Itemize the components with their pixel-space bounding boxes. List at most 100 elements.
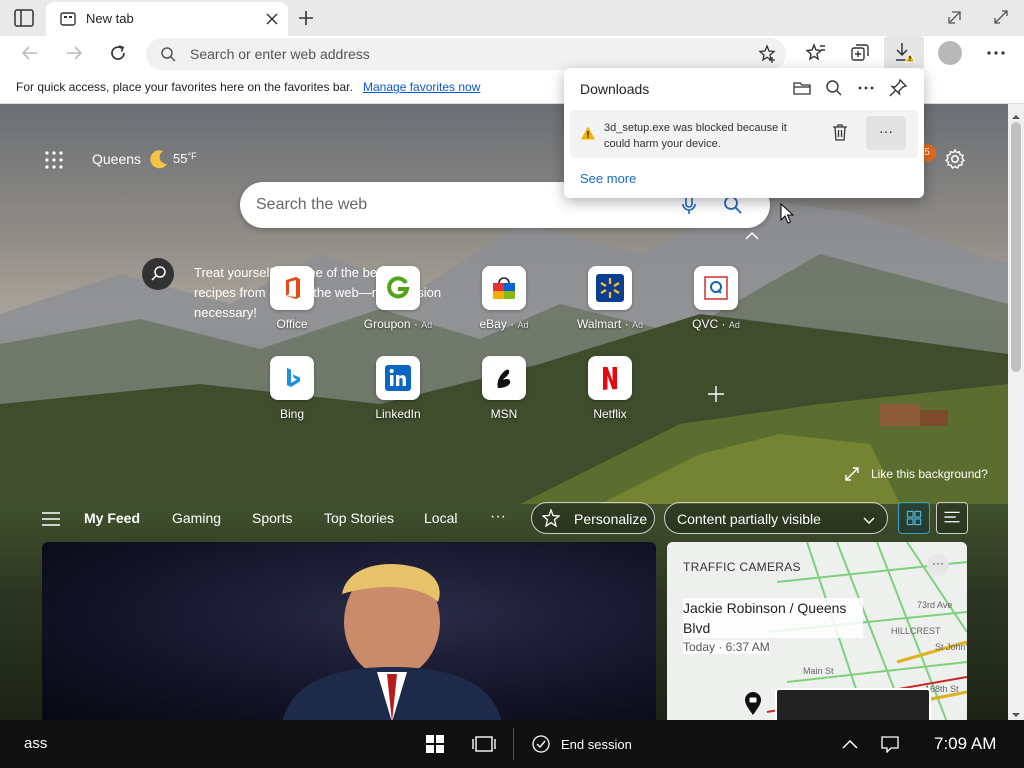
downloads-button[interactable]: [884, 36, 924, 70]
add-favorite-star-icon[interactable]: [758, 44, 778, 64]
bing-logo-icon: [270, 356, 314, 400]
walmart-logo-icon: [588, 266, 632, 310]
quick-link-office[interactable]: Office: [252, 266, 332, 340]
address-input[interactable]: Search or enter web address: [190, 46, 370, 62]
expand-arrows-icon[interactable]: [844, 466, 860, 482]
grid-layout-icon: [906, 510, 922, 526]
check-circle-icon[interactable]: [532, 735, 550, 753]
taskbar-label: ass: [24, 735, 48, 752]
content-visibility-dropdown[interactable]: Content partially visible: [664, 502, 888, 534]
tab-new-tab[interactable]: New tab: [46, 2, 288, 36]
manage-favorites-link[interactable]: Manage favorites now: [363, 80, 480, 94]
chevron-up-icon[interactable]: [842, 737, 858, 749]
download-arrow-icon: [896, 43, 916, 63]
ebay-bag-icon: [482, 266, 526, 310]
gear-icon[interactable]: [944, 148, 966, 170]
search-icon[interactable]: [824, 78, 844, 98]
refresh-icon[interactable]: [106, 41, 130, 65]
pin-icon[interactable]: [888, 78, 908, 98]
windows-start-icon[interactable]: [426, 735, 444, 753]
quick-link-groupon[interactable]: Groupon · Ad: [358, 266, 438, 340]
sparkle-star-icon: [541, 508, 561, 528]
map-label-main-st: Main St: [803, 666, 834, 676]
download-item[interactable]: 3d_setup.exe was blocked because it coul…: [570, 110, 918, 158]
traffic-cameras-card[interactable]: HILLCREST 73rd Ave St John's Univ 168th …: [667, 542, 967, 720]
quick-link-label: Walmart · Ad: [577, 317, 643, 331]
window-maximize-icon[interactable]: [992, 8, 1010, 26]
scrollbar-thumb[interactable]: [1011, 122, 1021, 372]
list-layout-icon: [944, 511, 960, 523]
favorites-star-icon[interactable]: [804, 41, 828, 65]
moon-icon: [148, 148, 170, 170]
scroll-down-arrow-icon[interactable]: [1012, 706, 1020, 717]
end-session-button[interactable]: End session: [561, 737, 632, 752]
more-options-icon[interactable]: [856, 78, 876, 98]
tab-actions-icon[interactable]: [14, 9, 34, 27]
quick-link-qvc[interactable]: QVC · Ad: [676, 266, 756, 340]
traffic-camera-location: Jackie Robinson / Queens Blvd: [683, 598, 863, 638]
map-pin-icon[interactable]: [743, 692, 763, 716]
list-view-button[interactable]: [936, 502, 968, 534]
back-arrow-icon[interactable]: [18, 41, 42, 65]
taskbar-clock[interactable]: 7:09 AM: [934, 734, 996, 754]
news-photo-image: [282, 564, 502, 720]
profile-avatar[interactable]: [938, 41, 962, 65]
traffic-camera-thumbnail[interactable]: [775, 688, 931, 720]
download-item-more-button[interactable]: ···: [866, 116, 906, 150]
traffic-card-more-button[interactable]: ···: [927, 554, 949, 576]
close-tab-icon[interactable]: [264, 11, 280, 27]
mouse-pointer-icon: [780, 202, 795, 225]
weather-location[interactable]: Queens: [92, 151, 141, 167]
window-restore-icon[interactable]: [946, 8, 964, 26]
quick-link-label: Netflix: [593, 407, 627, 421]
like-background-link[interactable]: Like this background?: [871, 467, 988, 481]
quick-link-netflix[interactable]: Netflix: [570, 356, 650, 430]
quick-link-ebay[interactable]: eBay · Ad: [464, 266, 544, 340]
chevron-up-icon[interactable]: [744, 228, 760, 240]
search-tip-icon[interactable]: [142, 258, 174, 290]
map-label-st-johns: St John's Univ: [935, 642, 967, 652]
new-tab-page-icon: [60, 11, 76, 27]
tab-top-stories[interactable]: Top Stories: [324, 510, 394, 526]
tab-sports[interactable]: Sports: [252, 510, 292, 526]
quick-link-walmart[interactable]: Walmart · Ad: [570, 266, 650, 340]
settings-and-more-icon[interactable]: [984, 41, 1008, 65]
quick-link-msn[interactable]: MSN: [464, 356, 544, 430]
msn-butterfly-icon: [482, 356, 526, 400]
quick-link-bing[interactable]: Bing: [252, 356, 332, 430]
forward-arrow-icon[interactable]: [62, 41, 86, 65]
folder-icon[interactable]: [792, 78, 812, 98]
title-bar: New tab: [0, 0, 1024, 36]
personalize-label: Personalize: [574, 511, 648, 527]
news-hero-card[interactable]: [42, 542, 656, 720]
grid-view-button[interactable]: [898, 502, 930, 534]
task-view-icon[interactable]: [472, 735, 496, 753]
tab-gaming[interactable]: Gaming: [172, 510, 221, 526]
groupon-logo-icon: [376, 266, 420, 310]
trash-icon[interactable]: [830, 122, 850, 142]
quick-link-label: Bing: [279, 407, 305, 421]
collections-icon[interactable]: [848, 41, 872, 65]
hamburger-menu-icon[interactable]: [42, 512, 60, 526]
tab-title: New tab: [86, 11, 134, 26]
tab-local[interactable]: Local: [424, 510, 457, 526]
quick-link-linkedin[interactable]: LinkedIn: [358, 356, 438, 430]
scroll-up-arrow-icon[interactable]: [1012, 108, 1020, 119]
quick-link-label: Groupon · Ad: [363, 317, 433, 331]
add-site-plus-icon[interactable]: [706, 384, 726, 404]
linkedin-logo-icon: [376, 356, 420, 400]
address-bar[interactable]: Search or enter web address: [146, 38, 786, 70]
tab-my-feed[interactable]: My Feed: [84, 510, 140, 526]
new-tab-plus-icon[interactable]: [296, 8, 316, 28]
content-visibility-value: Content partially visible: [677, 511, 821, 527]
temperature-unit: °F: [187, 151, 197, 161]
personalize-button[interactable]: Personalize: [531, 502, 655, 534]
download-blocked-message: 3d_setup.exe was blocked because it coul…: [604, 122, 787, 150]
web-search-input[interactable]: Search the web: [256, 196, 367, 214]
notification-center-icon[interactable]: [880, 735, 900, 754]
app-launcher-icon[interactable]: [44, 150, 64, 170]
see-more-link[interactable]: See more: [580, 171, 636, 186]
more-tabs-button[interactable]: ···: [490, 508, 506, 526]
weather-temperature[interactable]: 55°F: [173, 151, 197, 166]
favorites-bar-message: For quick access, place your favorites h…: [16, 80, 353, 94]
